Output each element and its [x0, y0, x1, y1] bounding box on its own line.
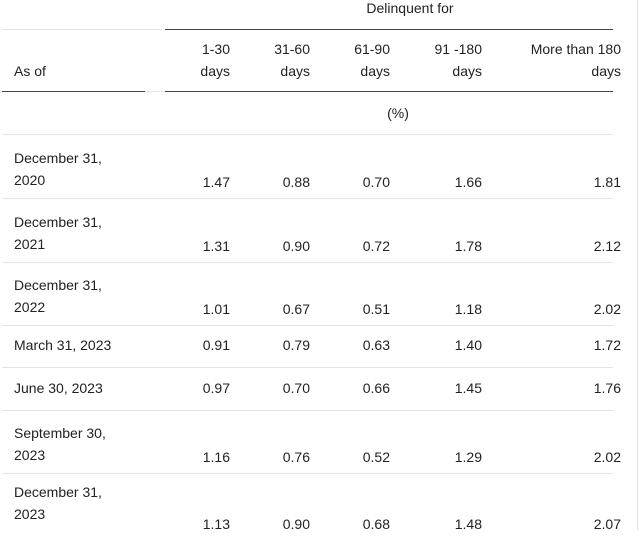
column-header-31-60: 31-60	[274, 41, 310, 57]
row-value: 1.76	[593, 379, 621, 396]
unit-label: (%)	[387, 105, 409, 121]
row-value: 0.90	[282, 238, 310, 254]
row-value: 0.70	[282, 379, 310, 396]
row-value: 0.70	[362, 174, 390, 190]
row-value: 1.29	[454, 449, 482, 465]
column-header-61-90-days: days	[360, 63, 390, 79]
row-value: 0.91	[202, 337, 230, 353]
row-date: 2022	[14, 299, 46, 315]
row-value: 1.13	[202, 516, 230, 532]
table-row: December 31, 2023 1.13 0.90 0.68 1.48 2.07	[0, 473, 637, 532]
row-date: June 30, 2023	[14, 379, 103, 396]
row-value: 1.72	[593, 337, 621, 353]
row-value: 0.90	[282, 516, 310, 532]
table-row: March 31, 2023 0.91 0.79 0.63 1.40 1.72	[0, 325, 637, 367]
column-header-180-plus-days: days	[591, 63, 621, 79]
row-value: 0.76	[282, 449, 310, 465]
header-bottom-rule-gap	[145, 91, 165, 92]
table-row: September 30, 2023 1.16 0.76 0.52 1.29 2.02	[0, 410, 637, 473]
row-value: 1.01	[202, 301, 230, 317]
row-date: September 30,	[14, 425, 106, 441]
row-value: 1.66	[454, 174, 482, 190]
header-rule-left	[2, 29, 162, 30]
row-value: 2.02	[593, 301, 621, 317]
table-row: December 31, 2021 1.31 0.90 0.72 1.78 2.12	[0, 198, 637, 262]
header-bottom-rule	[165, 91, 613, 92]
right-border	[637, 0, 638, 530]
column-header-as-of: As of	[14, 63, 46, 79]
row-value: 1.48	[454, 516, 482, 532]
row-value: 1.31	[202, 238, 230, 254]
row-value: 0.68	[362, 516, 390, 532]
row-value: 0.51	[362, 301, 390, 317]
column-header-61-90: 61-90	[354, 41, 390, 57]
row-date: December 31,	[14, 150, 102, 166]
row-value: 1.81	[593, 174, 621, 190]
row-value: 0.79	[282, 337, 310, 353]
row-value: 0.66	[362, 379, 390, 396]
row-value: 1.18	[454, 301, 482, 317]
row-value: 1.16	[202, 449, 230, 465]
column-header-1-30: 1-30	[170, 37, 230, 61]
row-date: December 31,	[14, 277, 102, 293]
column-header-1-30-days: days	[200, 63, 230, 79]
header-bottom-rule-left	[2, 91, 145, 92]
row-date: 2020	[14, 172, 46, 188]
table-row: June 30, 2023 0.97 0.70 0.66 1.45 1.76	[0, 367, 637, 410]
row-value: 0.72	[362, 238, 390, 254]
row-value: 0.63	[362, 337, 390, 353]
table-row: December 31, 2020 1.47 0.88 0.70 1.66 1.81	[0, 135, 637, 198]
row-value: 0.67	[282, 301, 310, 317]
row-date: 2021	[14, 236, 46, 252]
row-value: 0.88	[282, 174, 310, 190]
column-header-line1: 1-30	[201, 41, 230, 57]
row-value: 1.45	[454, 379, 482, 396]
row-value: 1.78	[454, 238, 482, 254]
header-rule-group	[165, 29, 613, 30]
column-header-180-plus: More than 180	[530, 41, 621, 57]
row-date: 2023	[14, 447, 46, 463]
row-value: 2.07	[593, 516, 621, 532]
row-date: March 31, 2023	[14, 337, 112, 353]
row-value: 0.52	[362, 449, 390, 465]
column-header-91-180: 91 -180	[434, 41, 482, 57]
row-value: 0.97	[202, 379, 230, 396]
column-header-91-180-days: days	[452, 63, 482, 79]
row-date: December 31,	[14, 484, 102, 500]
row-value: 2.12	[593, 238, 621, 254]
table-row: December 31, 2022 1.01 0.67 0.51 1.18 2.02	[0, 262, 637, 325]
row-value: 2.02	[593, 449, 621, 465]
row-value: 1.40	[454, 337, 482, 353]
row-value: 1.47	[202, 174, 230, 190]
row-date: 2023	[14, 506, 46, 522]
row-date: December 31,	[14, 214, 102, 230]
group-header-delinquent-for: Delinquent for	[366, 0, 454, 16]
column-header-31-60-days: days	[280, 63, 310, 79]
